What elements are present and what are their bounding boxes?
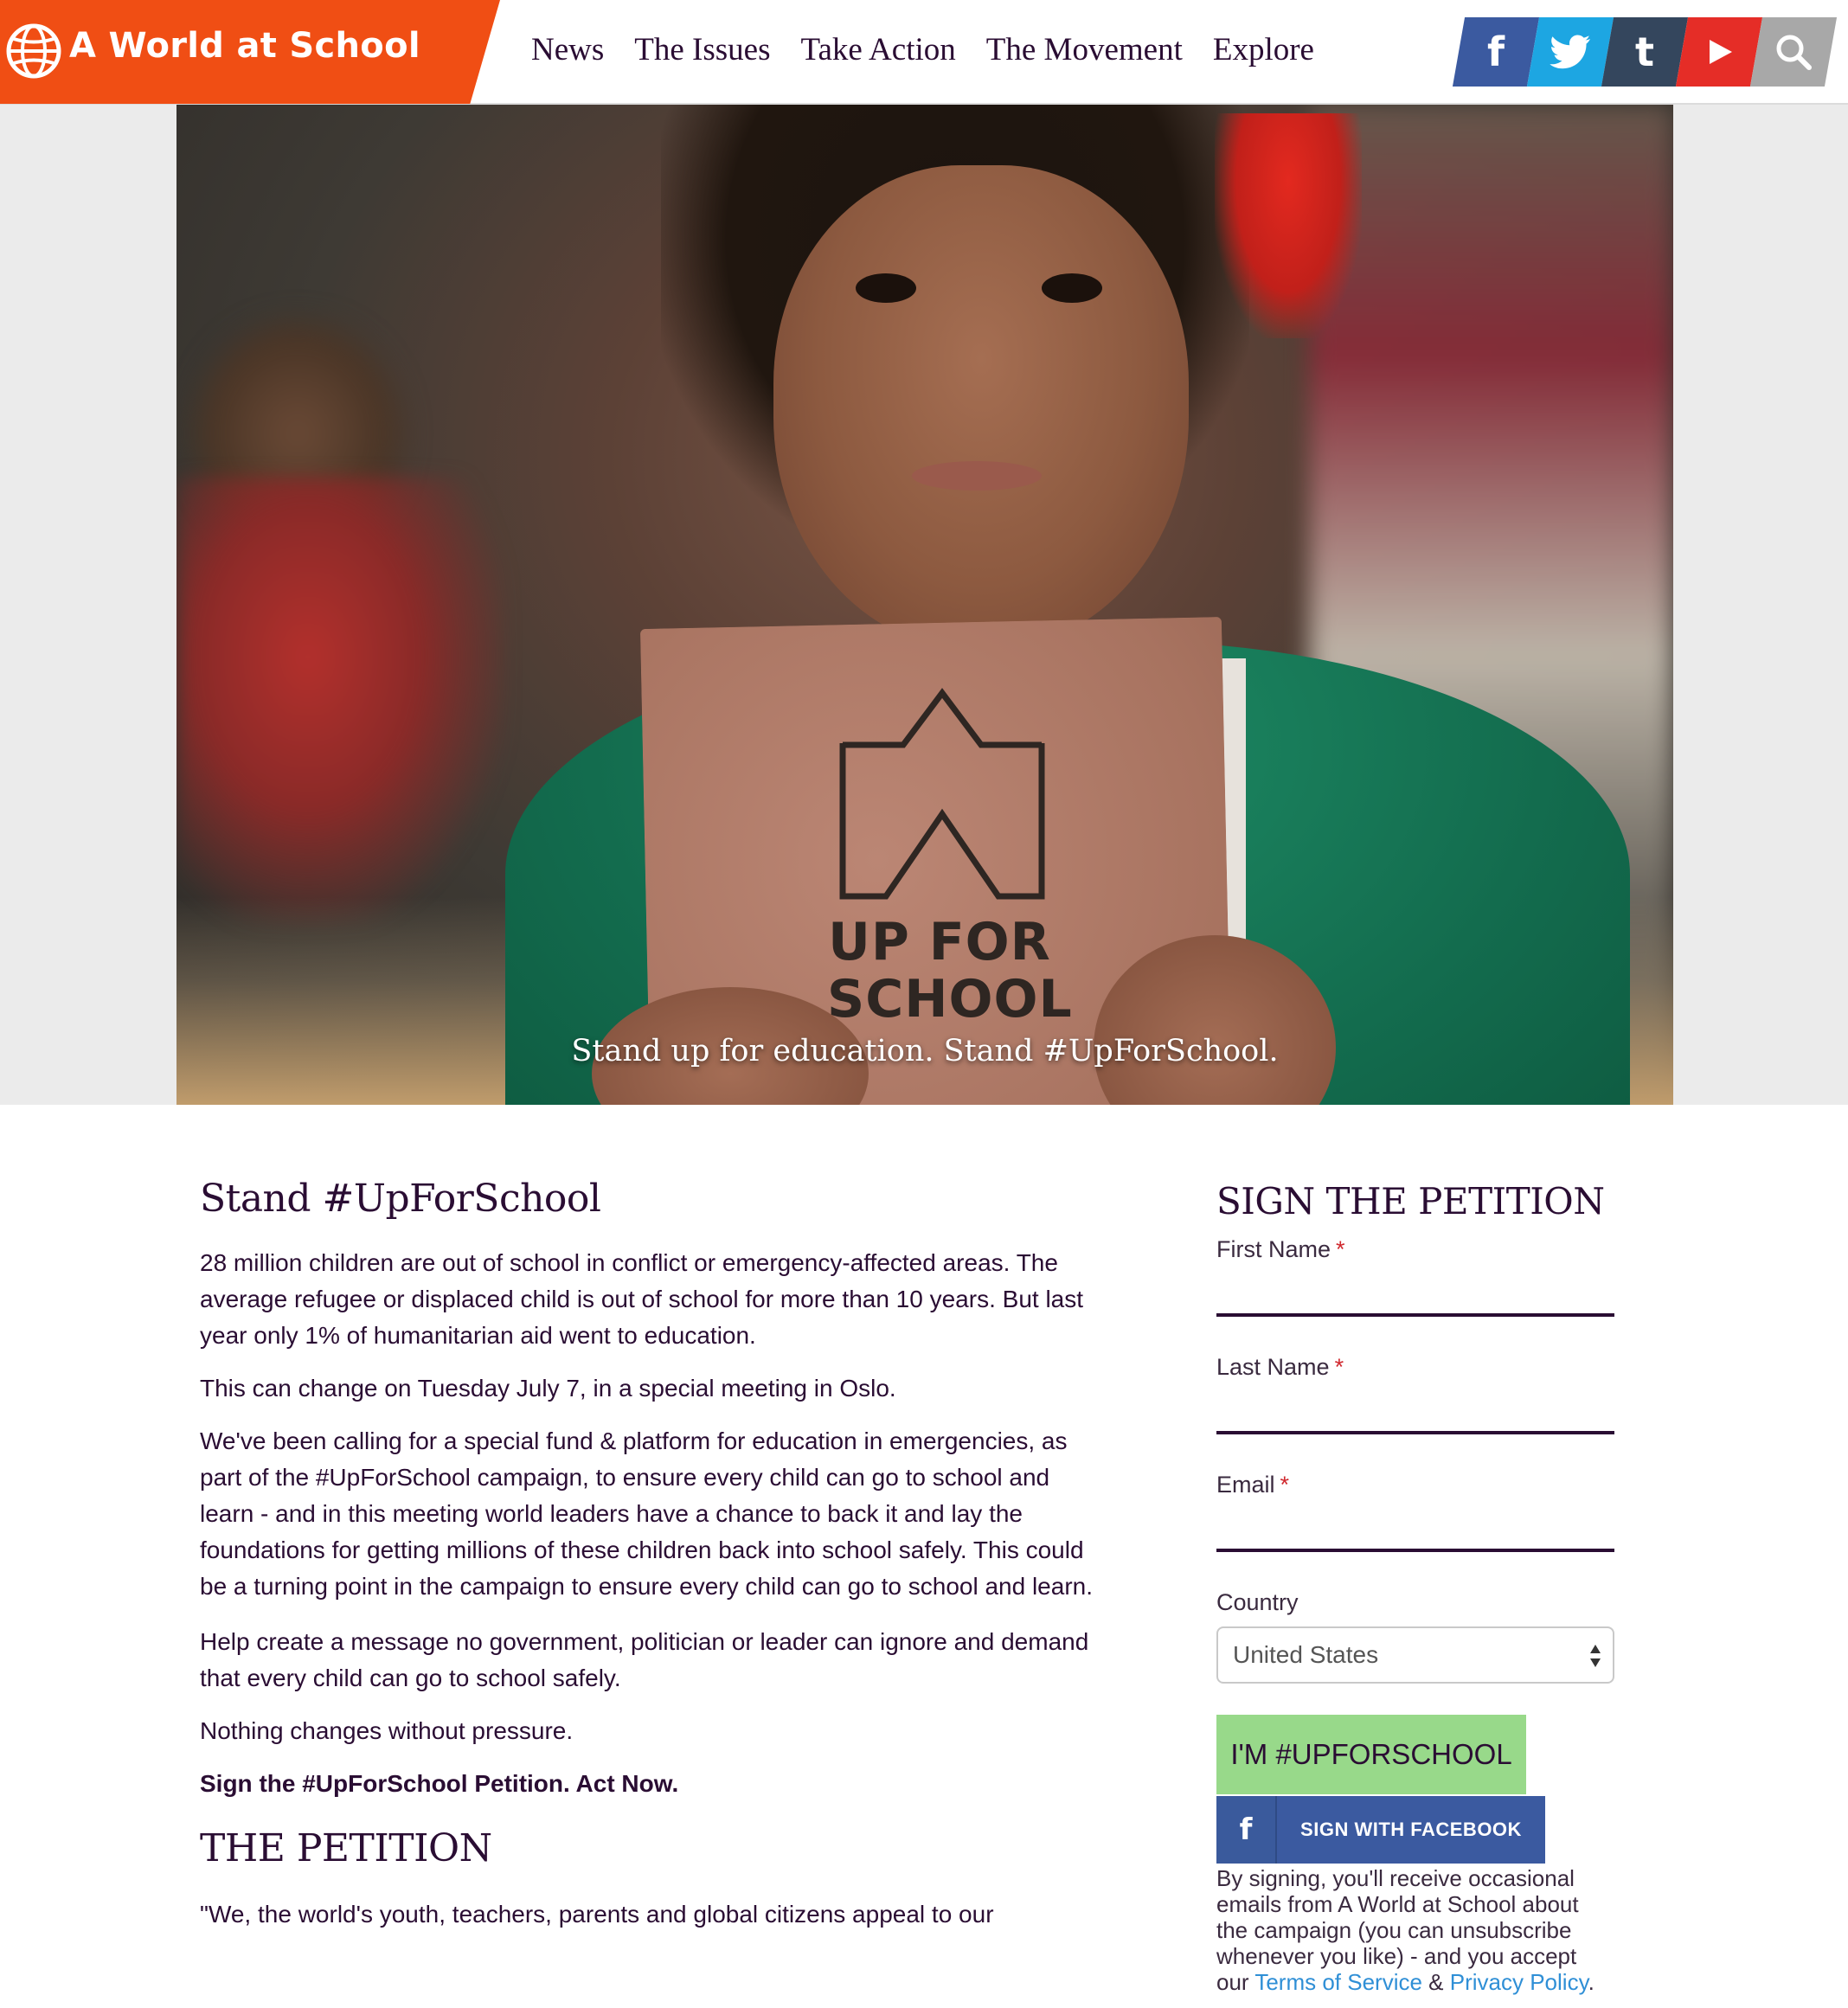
petition-text: "We, the world's youth, teachers, parent… — [200, 1901, 994, 1928]
book-title: UP FOR SCHOOL — [827, 912, 1073, 1030]
hero-image: UP FOR SCHOOL Stand up for education. St… — [176, 105, 1673, 1105]
paragraph-stats: 28 million children are out of school in… — [200, 1249, 1084, 1349]
site-header: A World at School News The Issues Take A… — [0, 0, 1848, 105]
paragraph-message: Help create a message no government, pol… — [200, 1628, 1089, 1691]
email-label: Email * — [1216, 1472, 1290, 1498]
twitter-icon — [1550, 35, 1591, 69]
tumblr-icon: t — [1635, 29, 1654, 75]
tumblr-link[interactable]: t — [1601, 17, 1689, 87]
first-name-group: First Name * — [1216, 1236, 1614, 1354]
submit-button[interactable]: I'M #UPFORSCHOOL — [1216, 1715, 1526, 1794]
required-mark: * — [1334, 1354, 1344, 1380]
main-content: Stand #UpForSchool 28 million children a… — [200, 1177, 1100, 1949]
sign-with-facebook-button[interactable]: f SIGN WITH FACEBOOK — [1216, 1796, 1545, 1864]
required-mark: * — [1336, 1236, 1345, 1262]
country-select[interactable]: United States — [1216, 1626, 1614, 1684]
nav-explore[interactable]: Explore — [1213, 31, 1314, 68]
facebook-link[interactable]: f — [1452, 17, 1540, 87]
social-links: f t — [1452, 17, 1838, 87]
call-to-action: Sign the #UpForSchool Petition. Act Now. — [200, 1770, 679, 1797]
twitter-link[interactable] — [1526, 17, 1614, 87]
email-field[interactable] — [1216, 1498, 1614, 1552]
site-logo[interactable]: A World at School — [0, 0, 500, 104]
nav-the-issues[interactable]: The Issues — [634, 31, 770, 68]
petition-form: SIGN THE PETITION First Name * Last Name *… — [1216, 1180, 1614, 1995]
paragraph-pressure: Nothing changes without pressure. — [200, 1717, 574, 1744]
select-arrows-icon — [1590, 1645, 1601, 1667]
youtube-link[interactable] — [1675, 17, 1763, 87]
search-icon — [1774, 33, 1813, 71]
required-mark: * — [1280, 1472, 1290, 1498]
nav-the-movement[interactable]: The Movement — [986, 31, 1183, 68]
form-heading: SIGN THE PETITION — [1216, 1180, 1605, 1222]
brand-name: A World at School — [69, 26, 420, 66]
girl-face — [773, 165, 1189, 650]
nav-take-action[interactable]: Take Action — [800, 31, 955, 68]
last-name-field[interactable] — [1216, 1381, 1614, 1434]
terms-of-service-link[interactable]: Terms of Service — [1254, 1969, 1422, 1995]
paragraph-oslo: This can change on Tuesday July 7, in a … — [200, 1375, 896, 1402]
globe-icon — [6, 23, 61, 79]
country-value: United States — [1233, 1641, 1379, 1668]
last-name-label: Last Name * — [1216, 1354, 1344, 1380]
facebook-icon: f — [1216, 1796, 1277, 1864]
country-label: Country — [1216, 1589, 1299, 1615]
paragraph-fund: We've been calling for a special fund & … — [200, 1427, 1093, 1600]
last-name-group: Last Name * — [1216, 1354, 1614, 1472]
privacy-policy-link[interactable]: Privacy Policy — [1450, 1969, 1588, 1995]
hero-caption: Stand up for education. Stand #UpForScho… — [571, 1034, 1279, 1068]
nav-news[interactable]: News — [531, 31, 604, 68]
hair-ribbon — [1215, 113, 1362, 338]
facebook-button-label: SIGN WITH FACEBOOK — [1300, 1819, 1522, 1840]
first-name-label: First Name * — [1216, 1236, 1345, 1262]
main-nav: News The Issues Take Action The Movement… — [531, 31, 1344, 68]
first-name-field[interactable] — [1216, 1263, 1614, 1317]
petition-disclaimer: By signing, you'll receive occasional em… — [1216, 1865, 1595, 1995]
facebook-icon: f — [1486, 29, 1505, 75]
email-group: Email * — [1216, 1472, 1614, 1589]
page-title: Stand #UpForSchool — [200, 1177, 601, 1221]
up-for-school-logo-icon — [839, 688, 1045, 900]
petition-heading: THE PETITION — [200, 1826, 492, 1870]
youtube-icon — [1704, 37, 1734, 67]
search-button[interactable] — [1749, 17, 1838, 87]
